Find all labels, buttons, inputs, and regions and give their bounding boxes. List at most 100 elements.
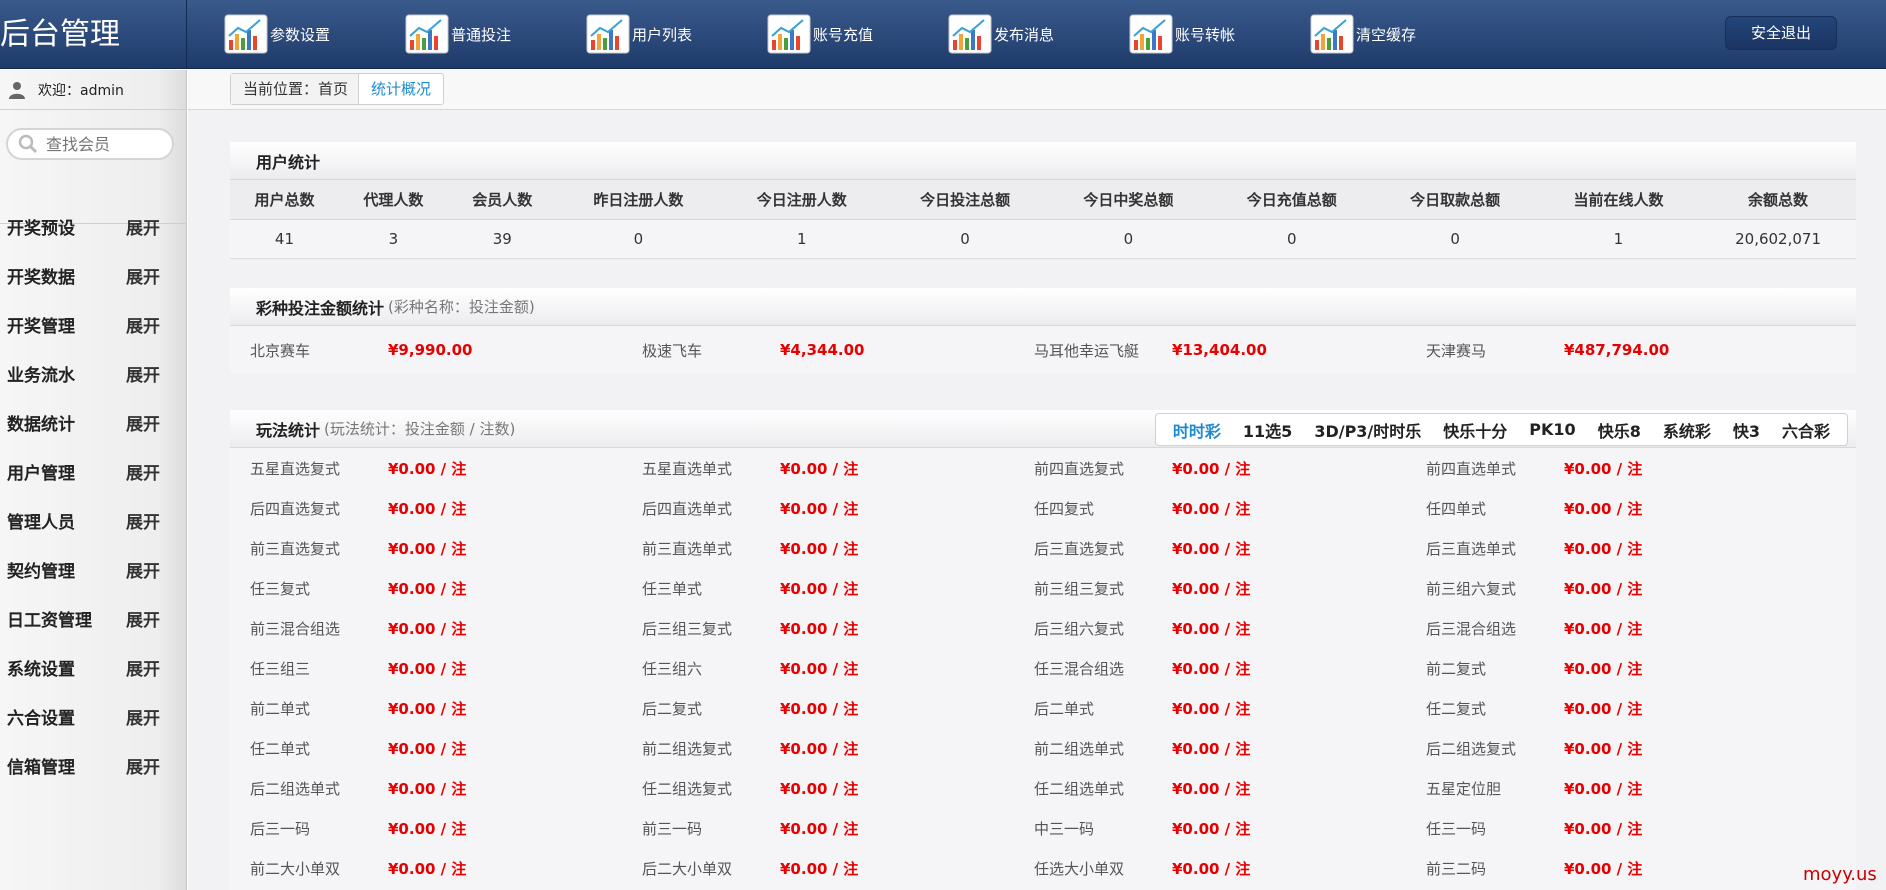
play-stat-item: 任二单式 ¥0.00 / 注 (250, 728, 642, 768)
sidebar-item-contracts[interactable]: 契约管理 展开 (0, 545, 187, 594)
expand-toggle[interactable]: 展开 (126, 704, 160, 729)
stat-amount: ¥13,404.00 (1172, 341, 1267, 359)
column-header: 用户总数 (230, 180, 339, 220)
member-search[interactable] (6, 128, 174, 160)
expand-toggle[interactable]: 展开 (126, 312, 160, 337)
play-name: 任二复式 (1426, 699, 1487, 718)
tab-k3[interactable]: 快3 (1722, 418, 1771, 442)
tab-kl10[interactable]: 快乐十分 (1432, 418, 1518, 442)
sidebar-item-draw-manage[interactable]: 开奖管理 展开 (0, 300, 187, 349)
tab-11x5[interactable]: 11选5 (1232, 418, 1303, 442)
play-stat-item: 五星定位胆 ¥0.00 / 注 (1426, 768, 1818, 808)
tab-liuhe[interactable]: 六合彩 (1771, 418, 1841, 442)
search-icon (18, 134, 38, 154)
play-stats-grid: 五星直选复式 ¥0.00 / 注 五星直选单式 ¥0.00 / 注 前四直选复式 ¥0.0… (230, 448, 1856, 888)
play-stat-item: 后三混合组选 ¥0.00 / 注 (1426, 608, 1818, 648)
panel-title: 彩种投注金额统计 (彩种名称：投注金额) (230, 288, 1856, 326)
sidebar-item-draw-data[interactable]: 开奖数据 展开 (0, 251, 187, 300)
play-value: ¥0.00 / 注 (780, 499, 859, 518)
play-value: ¥0.00 / 注 (1172, 659, 1251, 678)
top-nav: 参数设置 普通投注 用户列表 账号充值 发布消息 账号转帐 清空缓存 (224, 12, 1491, 56)
sidebar-item-label: 日工资管理 (7, 611, 92, 631)
play-value: ¥0.00 / 注 (388, 779, 467, 798)
sidebar-item-business-flow[interactable]: 业务流水 展开 (0, 349, 187, 398)
sidebar-item-user-manage[interactable]: 用户管理 展开 (0, 447, 187, 496)
play-name: 任三单式 (642, 579, 703, 598)
play-stat-item: 任三单式 ¥0.00 / 注 (642, 568, 1034, 608)
sidebar-item-admins[interactable]: 管理人员 展开 (0, 496, 187, 545)
play-stat-item: 任三一码 ¥0.00 / 注 (1426, 808, 1818, 848)
expand-toggle[interactable]: 展开 (126, 606, 160, 631)
nav-item-normal-bet[interactable]: 普通投注 (405, 12, 586, 56)
play-stat-item: 前二大小单双 ¥0.00 / 注 (250, 848, 642, 888)
expand-toggle[interactable]: 展开 (126, 361, 160, 386)
sidebar-item-draw-preset[interactable]: 开奖预设 展开 (0, 202, 187, 251)
play-value: ¥0.00 / 注 (780, 539, 859, 558)
logout-button[interactable]: 安全退出 (1725, 16, 1837, 50)
tab-kl8[interactable]: 快乐8 (1587, 418, 1652, 442)
search-input[interactable] (46, 134, 166, 154)
nav-item-user-list[interactable]: 用户列表 (586, 12, 767, 56)
play-stat-item: 后三组三复式 ¥0.00 / 注 (642, 608, 1034, 648)
play-value: ¥0.00 / 注 (1172, 499, 1251, 518)
nav-item-params[interactable]: 参数设置 (224, 12, 405, 56)
stat-amount: ¥9,990.00 (388, 341, 473, 359)
play-stat-item: 后三一码 ¥0.00 / 注 (250, 808, 642, 848)
tab-pk10[interactable]: PK10 (1518, 420, 1586, 439)
expand-toggle[interactable]: 展开 (126, 557, 160, 582)
table-cell: 3 (338, 219, 448, 259)
tab-system[interactable]: 系统彩 (1652, 418, 1722, 442)
user-icon (9, 81, 25, 99)
expand-toggle[interactable]: 展开 (126, 410, 160, 435)
play-value: ¥0.00 / 注 (388, 459, 467, 478)
sidebar-item-label: 信箱管理 (7, 758, 75, 778)
breadcrumb-bar: 当前位置：首页 统计概况 (188, 70, 1886, 110)
column-header: 余额总数 (1700, 180, 1856, 220)
nav-item-label: 清空缓存 (1356, 25, 1417, 44)
play-value: ¥0.00 / 注 (780, 619, 859, 638)
expand-toggle[interactable]: 展开 (126, 459, 160, 484)
breadcrumb-home[interactable]: 当前位置：首页 (231, 74, 360, 104)
play-name: 前三一码 (642, 819, 703, 838)
expand-toggle[interactable]: 展开 (126, 214, 160, 239)
nav-item-label: 普通投注 (451, 25, 512, 44)
play-stat-item: 前二组选复式 ¥0.00 / 注 (642, 728, 1034, 768)
chart-icon (224, 14, 268, 54)
breadcrumb: 当前位置：首页 统计概况 (230, 73, 445, 105)
sidebar-item-liuhe-settings[interactable]: 六合设置 展开 (0, 692, 187, 741)
nav-item-clear-cache[interactable]: 清空缓存 (1310, 12, 1491, 56)
play-name: 前三混合组选 (250, 619, 341, 638)
sidebar-item-mailbox[interactable]: 信箱管理 展开 (0, 741, 187, 790)
nav-item-publish[interactable]: 发布消息 (948, 12, 1129, 56)
play-value: ¥0.00 / 注 (388, 539, 467, 558)
sidebar-item-daily-wage[interactable]: 日工资管理 展开 (0, 594, 187, 643)
tab-3d-p3[interactable]: 3D/P3/时时乐 (1303, 418, 1432, 442)
play-value: ¥0.00 / 注 (780, 659, 859, 678)
play-stat-item: 前二组选单式 ¥0.00 / 注 (1034, 728, 1426, 768)
expand-toggle[interactable]: 展开 (126, 508, 160, 533)
play-value: ¥0.00 / 注 (1564, 819, 1643, 838)
sidebar-item-data-stats[interactable]: 数据统计 展开 (0, 398, 187, 447)
play-value: ¥0.00 / 注 (388, 739, 467, 758)
stat-item: 马耳他幸运飞艇 ¥13,404.00 (1034, 330, 1426, 370)
play-name: 后三直选单式 (1426, 539, 1517, 558)
play-name: 任二组选单式 (1034, 779, 1125, 798)
play-name: 五星定位胆 (1426, 779, 1502, 798)
nav-item-recharge[interactable]: 账号充值 (767, 12, 948, 56)
play-name: 后二大小单双 (642, 859, 733, 878)
app-title: 后台管理 (0, 0, 187, 69)
table-header-row: 用户总数 代理人数 会员人数 昨日注册人数 今日注册人数 今日投注总额 今日中奖… (230, 180, 1856, 220)
table-cell: 41 (230, 219, 339, 259)
play-value: ¥0.00 / 注 (780, 819, 859, 838)
sidebar-item-system-settings[interactable]: 系统设置 展开 (0, 643, 187, 692)
play-name: 任二组选复式 (642, 779, 733, 798)
panel-title: 用户统计 (230, 142, 1856, 180)
play-stat-item: 任二组选复式 ¥0.00 / 注 (642, 768, 1034, 808)
nav-item-transfer[interactable]: 账号转帐 (1129, 12, 1310, 56)
expand-toggle[interactable]: 展开 (126, 753, 160, 778)
expand-toggle[interactable]: 展开 (126, 655, 160, 680)
play-stat-item: 后二复式 ¥0.00 / 注 (642, 688, 1034, 728)
tab-ssc[interactable]: 时时彩 (1162, 418, 1232, 442)
play-value: ¥0.00 / 注 (780, 859, 859, 878)
expand-toggle[interactable]: 展开 (126, 263, 160, 288)
